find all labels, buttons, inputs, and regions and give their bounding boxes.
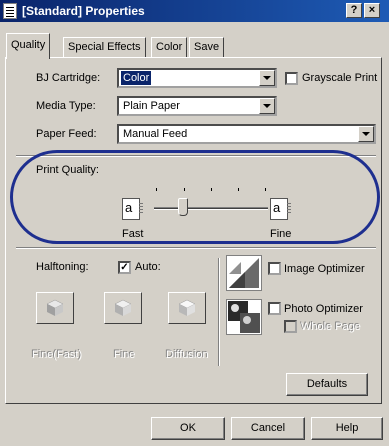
help-button[interactable]: Help bbox=[311, 417, 383, 440]
tab-save[interactable]: Save bbox=[189, 37, 225, 58]
tab-color[interactable]: Color bbox=[151, 37, 188, 58]
tab-special-effects[interactable]: Special Effects bbox=[63, 37, 146, 58]
title-bar: [Standard] Properties ? × bbox=[0, 0, 389, 22]
window-title: [Standard] Properties bbox=[22, 4, 145, 18]
help-title-button[interactable]: ? bbox=[346, 3, 362, 18]
cancel-button[interactable]: Cancel bbox=[231, 417, 305, 440]
document-icon bbox=[3, 3, 17, 19]
close-icon[interactable]: × bbox=[364, 3, 380, 18]
tab-quality[interactable]: Quality bbox=[6, 33, 51, 59]
annotation-ellipse bbox=[10, 150, 380, 244]
ok-button[interactable]: OK bbox=[151, 417, 225, 440]
